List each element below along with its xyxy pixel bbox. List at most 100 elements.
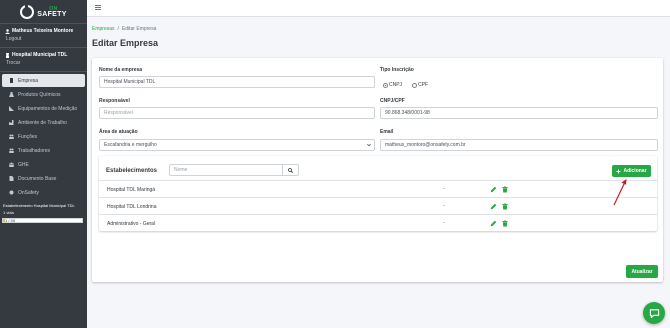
establishment-search-input[interactable]: Nome — [169, 164, 283, 176]
sidebar-item-label: Documento Base — [18, 175, 57, 182]
building-icon — [6, 52, 9, 58]
brand-logo[interactable]: ON SAFETY — [0, 0, 87, 24]
update-button[interactable]: Atualizar — [626, 265, 658, 278]
breadcrumb-current: Editar Empresa — [121, 26, 157, 32]
sidebar-item-empresa[interactable]: Empresa — [2, 74, 85, 87]
company-form-card: Nome da empresa Hospital Municipal TDL T… — [92, 58, 663, 282]
trash-icon[interactable] — [502, 203, 508, 210]
breadcrumb-separator: / — [117, 26, 119, 32]
chevron-down-icon — [367, 143, 371, 147]
cnpj-cpf-input[interactable]: 90.868.348/0001-98 — [380, 107, 658, 119]
sidebar-item-onsafety[interactable]: OnSafety — [2, 186, 85, 199]
area-label: Área de atuação — [99, 129, 138, 135]
breadcrumb-link-empresas[interactable]: Empresas — [92, 26, 115, 32]
table-row: Hospital TDL Maringá - — [99, 181, 657, 198]
radio-cnpj[interactable]: CNPJ — [383, 82, 402, 88]
circle-icon — [9, 190, 14, 195]
sidebar-item-label: Equipamentos de Medição — [18, 105, 78, 112]
email-input[interactable]: matheus_montoro@onsafety.com.br — [380, 139, 658, 151]
table-row: Hospital TDL Londrina - — [99, 198, 657, 215]
user-icon — [5, 28, 10, 34]
page-title: Editar Empresa — [92, 38, 159, 48]
company-name-label: Nome da empresa — [99, 67, 143, 73]
establishments-title: Estabelecimentos — [106, 168, 158, 174]
radio-cpf-dot[interactable] — [412, 82, 418, 88]
area-select-value: Escafandria e mergulho — [104, 142, 157, 148]
chat-bubble-icon — [649, 308, 659, 318]
establishment-name: Administrativo - Geral — [107, 221, 156, 227]
lives-progress-text: 1 / 50 — [5, 218, 16, 223]
responsible-input[interactable]: Responsável — [99, 107, 375, 119]
area-select[interactable]: Escafandria e mergulho — [99, 139, 375, 151]
sidebar-item-ambiente-de-trabalho[interactable]: Ambiente de Trabalho — [2, 116, 85, 129]
sidebar-item-documento-base[interactable]: Documento Base — [2, 172, 85, 185]
top-navbar — [87, 0, 670, 17]
search-icon — [288, 167, 293, 173]
sidebar-item-label: Ambiente de Trabalho — [18, 119, 67, 126]
radio-cpf[interactable]: CPF — [412, 82, 428, 88]
radio-cpf-label: CPF — [418, 82, 429, 88]
establishment-value: - — [443, 186, 445, 192]
radio-cnpj-dot[interactable] — [383, 82, 388, 88]
chat-button[interactable] — [643, 302, 665, 324]
add-establishment-label: Adicionar — [623, 168, 647, 174]
edit-pencil-icon[interactable] — [490, 203, 497, 210]
sidebar-item-funcoes[interactable]: Funções — [2, 130, 85, 143]
sidebar-nav: Empresa Produtos Químicos Equipamentos d… — [0, 72, 87, 202]
ruler-icon — [9, 106, 14, 111]
edit-pencil-icon[interactable] — [490, 220, 497, 227]
power-logo-icon — [20, 3, 35, 19]
registration-type-label: Tipo Inscrição — [380, 67, 414, 73]
company-name-input[interactable]: Hospital Municipal TDL — [99, 76, 375, 88]
establishment-name: Hospital TDL Londrina — [107, 204, 157, 210]
organization-block: Hospital Municipal TDL Trocar — [0, 48, 87, 72]
establishments-panel: Estabelecimentos Nome Adicionar Hospital… — [99, 156, 657, 231]
document-icon — [9, 176, 14, 181]
sidebar-item-label: Produtos Químicos — [18, 91, 61, 98]
add-establishment-button[interactable]: Adicionar — [612, 165, 651, 177]
sidebar-item-equipamentos-de-medicao[interactable]: Equipamentos de Medição — [2, 102, 85, 115]
main-content: Empresas / Editar Empresa Editar Empresa N… — [87, 17, 670, 328]
factory-icon — [9, 120, 14, 125]
breadcrumb: Empresas / Editar Empresa — [92, 26, 156, 32]
trash-icon[interactable] — [502, 220, 508, 227]
registration-type-radios: CNPJ CPF — [383, 82, 428, 88]
sidebar-item-label: Empresa — [18, 77, 39, 84]
email-label: Email — [380, 129, 394, 135]
sidebar-item-label: Trabalhadores — [18, 147, 51, 154]
sidebar-item-label: OnSafety — [18, 189, 39, 196]
sidebar-item-ghe[interactable]: GHE — [2, 158, 85, 171]
lives-progress-bar: 1 / 50 — [2, 218, 83, 223]
brand-line2: SAFETY — [37, 10, 67, 18]
sidebar-item-produtos-quimicos[interactable]: Produtos Químicos — [2, 88, 85, 101]
radio-cnpj-label: CNPJ — [389, 82, 403, 88]
users-icon — [9, 134, 14, 139]
switch-organization-link[interactable]: Trocar — [6, 60, 82, 66]
establishment-search-button[interactable] — [283, 164, 299, 176]
trash-icon[interactable] — [502, 186, 508, 193]
organization-name: Hospital Municipal TDL — [12, 52, 68, 58]
user-name: Matheus Teixeira Montore — [12, 28, 74, 34]
table-row: Administrativo - Geral - — [99, 215, 657, 232]
flask-icon — [9, 92, 14, 97]
workers-icon — [9, 148, 14, 153]
cnpj-cpf-label: CNPJ/CPF — [380, 98, 405, 104]
plus-icon — [616, 169, 621, 173]
sidebar-item-trabalhadores[interactable]: Trabalhadores — [2, 144, 85, 157]
establishment-value: - — [443, 203, 445, 209]
sidebar-item-label: GHE — [18, 161, 29, 168]
establishment-line: Estabelecimento Hospital Municipal TDL — [3, 203, 75, 208]
logout-link[interactable]: Logout — [6, 36, 82, 42]
responsible-label: Responsável — [99, 98, 130, 104]
building-icon — [10, 78, 13, 83]
lives-count: 1 vida — [3, 210, 14, 215]
establishment-name: Hospital TDL Maringá — [107, 187, 156, 193]
menu-toggle-icon[interactable] — [95, 5, 101, 10]
edit-pencil-icon[interactable] — [490, 186, 497, 193]
establishment-value: - — [443, 220, 445, 226]
annotation-arrow-icon — [613, 179, 627, 206]
establishment-info: Estabelecimento Hospital Municipal TDL 1… — [0, 202, 87, 218]
group-icon — [9, 162, 14, 167]
sidebar: ON SAFETY Matheus Teixeira Montore Logou… — [0, 0, 87, 328]
user-block: Matheus Teixeira Montore Logout — [0, 24, 87, 48]
